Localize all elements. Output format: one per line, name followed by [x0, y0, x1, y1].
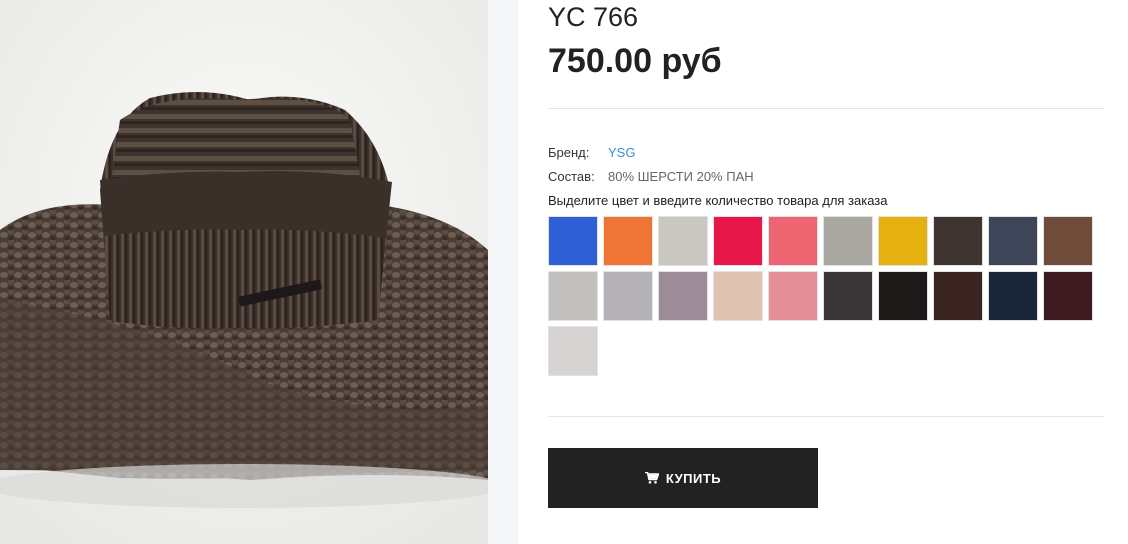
composition-value: 80% ШЕРСТИ 20% ПАН: [608, 169, 754, 184]
color-swatch[interactable]: [548, 326, 598, 376]
photo-side-strip: [488, 0, 518, 544]
brand-row: Бренд: YSG: [548, 145, 635, 160]
color-swatch[interactable]: [548, 216, 598, 266]
color-swatch[interactable]: [878, 216, 928, 266]
color-swatch[interactable]: [658, 271, 708, 321]
brand-link[interactable]: YSG: [608, 145, 635, 160]
color-swatch[interactable]: [713, 216, 763, 266]
color-swatch[interactable]: [603, 271, 653, 321]
composition-row: Состав: 80% ШЕРСТИ 20% ПАН: [548, 169, 754, 184]
color-swatch[interactable]: [548, 271, 598, 321]
composition-label: Состав:: [548, 169, 595, 184]
color-swatch[interactable]: [1043, 216, 1093, 266]
buy-button-label: КУПИТЬ: [665, 470, 722, 486]
color-swatch[interactable]: [988, 271, 1038, 321]
color-swatch[interactable]: [933, 216, 983, 266]
color-swatch[interactable]: [768, 216, 818, 266]
divider: [548, 108, 1104, 109]
buy-button[interactable]: КУПИТЬ: [548, 448, 818, 508]
shopping-cart-icon: [644, 472, 659, 484]
color-swatch[interactable]: [658, 216, 708, 266]
color-swatch[interactable]: [603, 216, 653, 266]
knitted-hat-and-scarf-photo: [0, 0, 488, 544]
color-swatch[interactable]: [988, 216, 1038, 266]
color-swatch[interactable]: [713, 271, 763, 321]
color-swatch[interactable]: [823, 216, 873, 266]
product-price: 750.00 руб: [548, 42, 722, 80]
color-swatch[interactable]: [768, 271, 818, 321]
color-instruction: Выделите цвет и введите количество товар…: [548, 193, 888, 208]
brand-label: Бренд:: [548, 145, 590, 160]
color-swatch[interactable]: [823, 271, 873, 321]
color-swatch[interactable]: [933, 271, 983, 321]
divider: [548, 416, 1104, 417]
product-photo: [0, 0, 488, 544]
product-title: YC 766: [548, 2, 639, 32]
product-page: YC 766 750.00 руб Бренд: YSG Состав: 80% Ш…: [0, 0, 1128, 544]
color-swatch[interactable]: [1043, 271, 1093, 321]
color-swatch[interactable]: [878, 271, 928, 321]
